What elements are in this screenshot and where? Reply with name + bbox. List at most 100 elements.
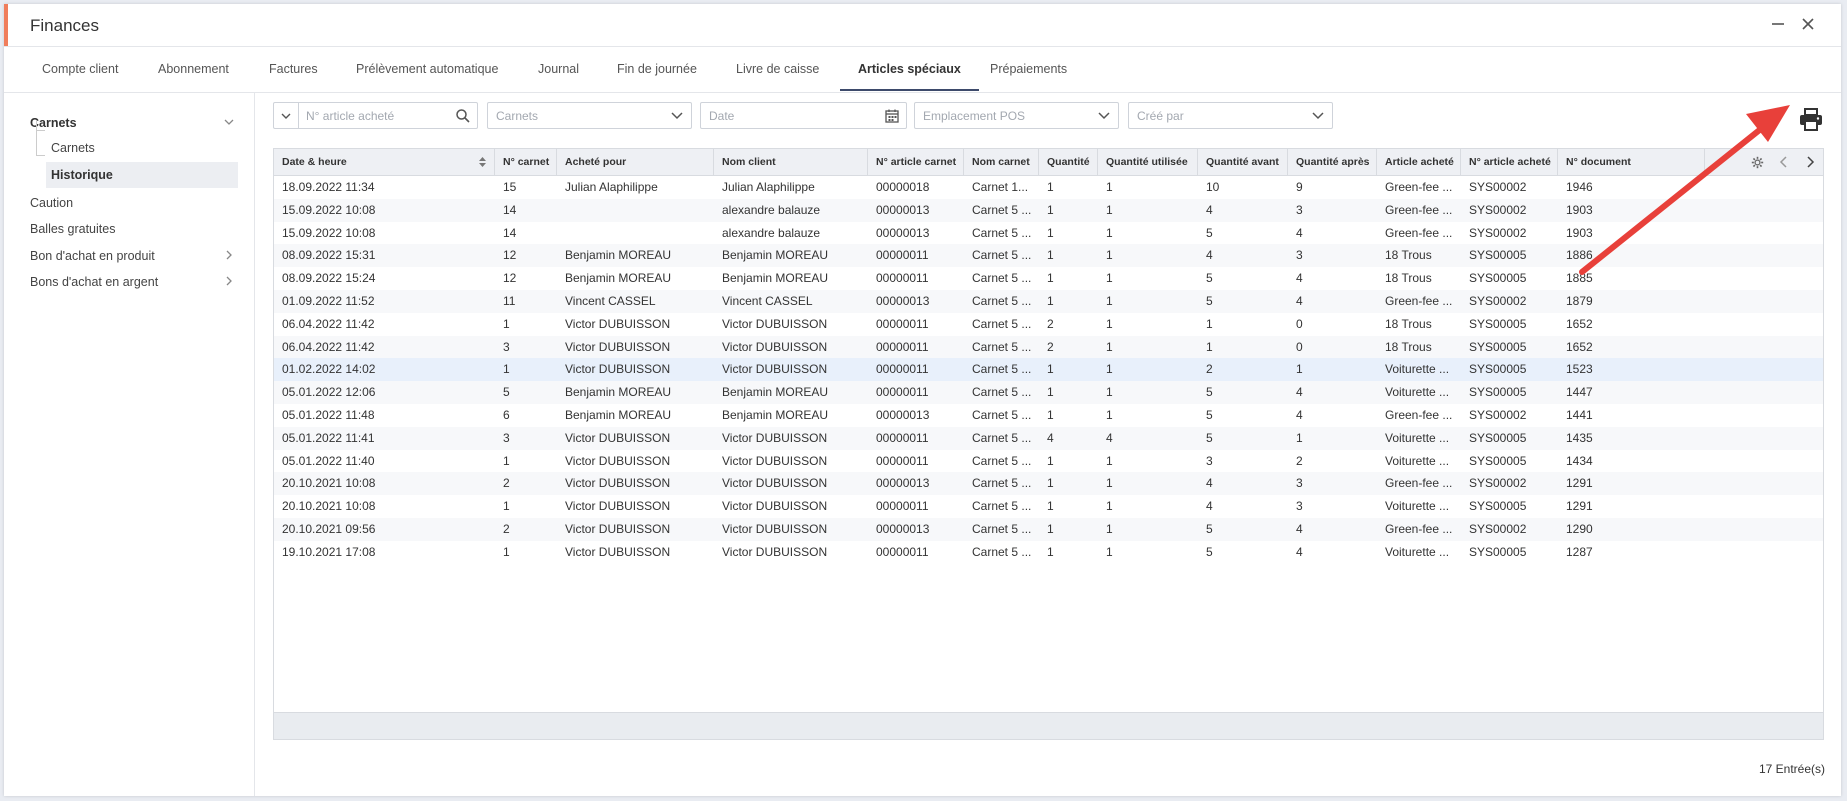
tab-abonnement[interactable]: Abonnement (158, 47, 229, 91)
col-n-article-carnet[interactable]: N° article carnet (868, 149, 964, 175)
cell-date-heure: 05.01.2022 11:48 (282, 408, 375, 422)
table-row[interactable]: 19.10.2021 17:08 1 Victor DUBUISSON Victor … (274, 541, 1823, 564)
filter-mode-dropdown[interactable] (274, 103, 299, 128)
table-row[interactable]: 18.09.2022 11:34 15 Julian Alaphilippe Juli… (274, 176, 1823, 199)
cell-quantite-apres: 1 (1296, 362, 1303, 377)
cell-n-article-carnet: 00000013 (876, 225, 930, 240)
tab-prepaiements[interactable]: Prépaiements (990, 47, 1067, 91)
cell-date-heure: 05.01.2022 12:06 (282, 385, 376, 400)
col-nom-client[interactable]: Nom client (714, 149, 868, 175)
tab-compte-client[interactable]: Compte client (42, 47, 118, 91)
tab-fin-de-journee[interactable]: Fin de journée (617, 47, 697, 91)
tab-articles-speciaux[interactable]: Articles spéciaux (840, 47, 979, 91)
cell-achete-pour: Victor DUBUISSON (565, 499, 671, 514)
sidebar-item-caution[interactable]: Caution (30, 191, 236, 215)
cell-n-document: 1291 (1566, 476, 1593, 491)
col-n-carnet[interactable]: N° carnet (495, 149, 557, 175)
col-article-achete[interactable]: Article acheté (1377, 149, 1461, 175)
carnets-select[interactable] (487, 102, 692, 129)
table-row[interactable]: 20.10.2021 09:56 2 Victor DUBUISSON Victor … (274, 518, 1823, 541)
col-achete-pour[interactable]: Acheté pour (557, 149, 714, 175)
table-row[interactable]: 05.01.2022 11:40 1 Victor DUBUISSON Victor … (274, 450, 1823, 473)
cell-nom-client: Victor DUBUISSON (722, 430, 828, 445)
chevron-right-icon (224, 270, 234, 294)
cell-n-document: 1435 (1566, 430, 1593, 445)
chevron-left-icon[interactable] (1779, 156, 1789, 168)
table-row[interactable]: 06.04.2022 11:42 1 Victor DUBUISSON Victor … (274, 313, 1823, 336)
col-nom-carnet[interactable]: Nom carnet (964, 149, 1039, 175)
cell-quantite-avant: 4 (1206, 476, 1213, 491)
col-n-document[interactable]: N° document (1558, 149, 1705, 175)
chevron-right-icon[interactable] (1805, 156, 1815, 168)
table-row[interactable]: 06.04.2022 11:42 3 Victor DUBUISSON Victor … (274, 335, 1823, 359)
cell-nom-client: Victor DUBUISSON (722, 522, 828, 536)
sidebar-group-carnets[interactable]: Carnets (30, 111, 236, 135)
cell-nom-client: Victor DUBUISSON (722, 339, 828, 354)
cell-article-achete: Green-fee ... (1385, 180, 1453, 194)
cell-quantite: 1 (1047, 544, 1054, 559)
cell-quantite-utilisee: 1 (1106, 294, 1113, 308)
search-icon[interactable] (455, 108, 471, 124)
date-picker[interactable] (700, 102, 907, 129)
emplacement-pos-select[interactable] (914, 102, 1119, 129)
table-row[interactable]: 15.09.2022 10:08 14 alexandre balauze 00000… (274, 222, 1823, 245)
minimize-button[interactable] (1766, 12, 1790, 36)
table-row[interactable]: 05.01.2022 11:41 3 Victor DUBUISSON Victor … (274, 426, 1823, 450)
cell-n-carnet: 12 (503, 271, 517, 286)
date-input[interactable] (701, 103, 871, 128)
table-row[interactable]: 05.01.2022 11:48 6 Benjamin MOREAU Benjamin… (274, 404, 1823, 427)
col-quantite-avant[interactable]: Quantité avant (1198, 149, 1288, 175)
col-quantite-utilisee[interactable]: Quantité utilisée (1098, 149, 1198, 175)
table-row[interactable]: 08.09.2022 15:31 12 Benjamin MOREAU Benjami… (274, 244, 1823, 268)
close-button[interactable] (1796, 12, 1820, 36)
print-button[interactable] (1797, 107, 1825, 133)
cell-quantite-apres: 4 (1296, 544, 1303, 559)
cree-par-input[interactable] (1129, 103, 1299, 128)
col-quantite-apres[interactable]: Quantité après (1288, 149, 1377, 175)
cell-date-heure: 15.09.2022 10:08 (282, 225, 376, 240)
cell-article-achete: Green-fee ... (1385, 476, 1453, 491)
carnets-select-input[interactable] (488, 103, 658, 128)
cell-quantite-apres: 3 (1296, 248, 1303, 263)
table-row[interactable]: 01.09.2022 11:52 11 Vincent CASSEL Vincent … (274, 290, 1823, 313)
cree-par-select[interactable] (1128, 102, 1333, 129)
emplacement-pos-input[interactable] (915, 103, 1085, 128)
cell-n-carnet: 2 (503, 476, 510, 491)
cell-quantite: 1 (1047, 271, 1054, 286)
table-row[interactable]: 15.09.2022 10:08 14 alexandre balauze 00000… (274, 198, 1823, 222)
cell-n-article-achete: SYS00005 (1469, 339, 1527, 354)
cell-quantite: 1 (1047, 522, 1054, 536)
article-search-input[interactable] (298, 103, 448, 128)
sidebar-item-balles-gratuites[interactable]: Balles gratuites (30, 217, 236, 241)
tab-journal[interactable]: Journal (538, 47, 579, 91)
cell-article-achete: Green-fee ... (1385, 225, 1453, 240)
printer-icon (1800, 108, 1822, 131)
col-date-heure[interactable]: Date & heure (274, 149, 495, 175)
table-row[interactable]: 20.10.2021 10:08 2 Victor DUBUISSON Victor … (274, 472, 1823, 496)
sidebar-item-bon-achat-produit[interactable]: Bon d'achat en produit (30, 244, 236, 268)
tab-prelevement-automatique[interactable]: Prélèvement automatique (356, 47, 498, 91)
cell-n-article-carnet: 00000011 (876, 385, 929, 400)
table-row[interactable]: 01.02.2022 14:02 1 Victor DUBUISSON Victor … (274, 358, 1823, 382)
tab-livre-de-caisse[interactable]: Livre de caisse (736, 47, 819, 91)
table-row[interactable]: 08.09.2022 15:24 12 Benjamin MOREAU Benjami… (274, 267, 1823, 290)
table-row[interactable]: 05.01.2022 12:06 5 Benjamin MOREAU Benjamin… (274, 381, 1823, 404)
col-n-article-achete[interactable]: N° article acheté (1461, 149, 1558, 175)
sidebar-item-historique[interactable]: Historique (46, 162, 238, 188)
gear-icon[interactable] (1751, 156, 1764, 169)
sidebar-item-bons-achat-argent[interactable]: Bons d'achat en argent (30, 270, 236, 294)
sidebar-item-carnets[interactable]: Carnets (46, 135, 238, 161)
cell-date-heure: 19.10.2021 17:08 (282, 544, 376, 559)
cell-date-heure: 05.01.2022 11:41 (282, 430, 375, 445)
table-row[interactable]: 20.10.2021 10:08 1 Victor DUBUISSON Victor … (274, 495, 1823, 518)
cell-quantite-avant: 5 (1206, 385, 1213, 400)
col-quantite[interactable]: Quantité (1039, 149, 1098, 175)
tab-factures[interactable]: Factures (269, 47, 318, 91)
calendar-icon[interactable] (884, 108, 900, 124)
cell-article-achete: 18 Trous (1385, 316, 1432, 331)
chevron-down-icon (1098, 112, 1110, 120)
cell-n-article-achete: SYS00005 (1469, 499, 1527, 514)
cell-n-article-carnet: 00000011 (876, 499, 929, 514)
cell-nom-client: Benjamin MOREAU (722, 385, 829, 400)
cell-nom-carnet: Carnet 5 ... (972, 225, 1032, 240)
